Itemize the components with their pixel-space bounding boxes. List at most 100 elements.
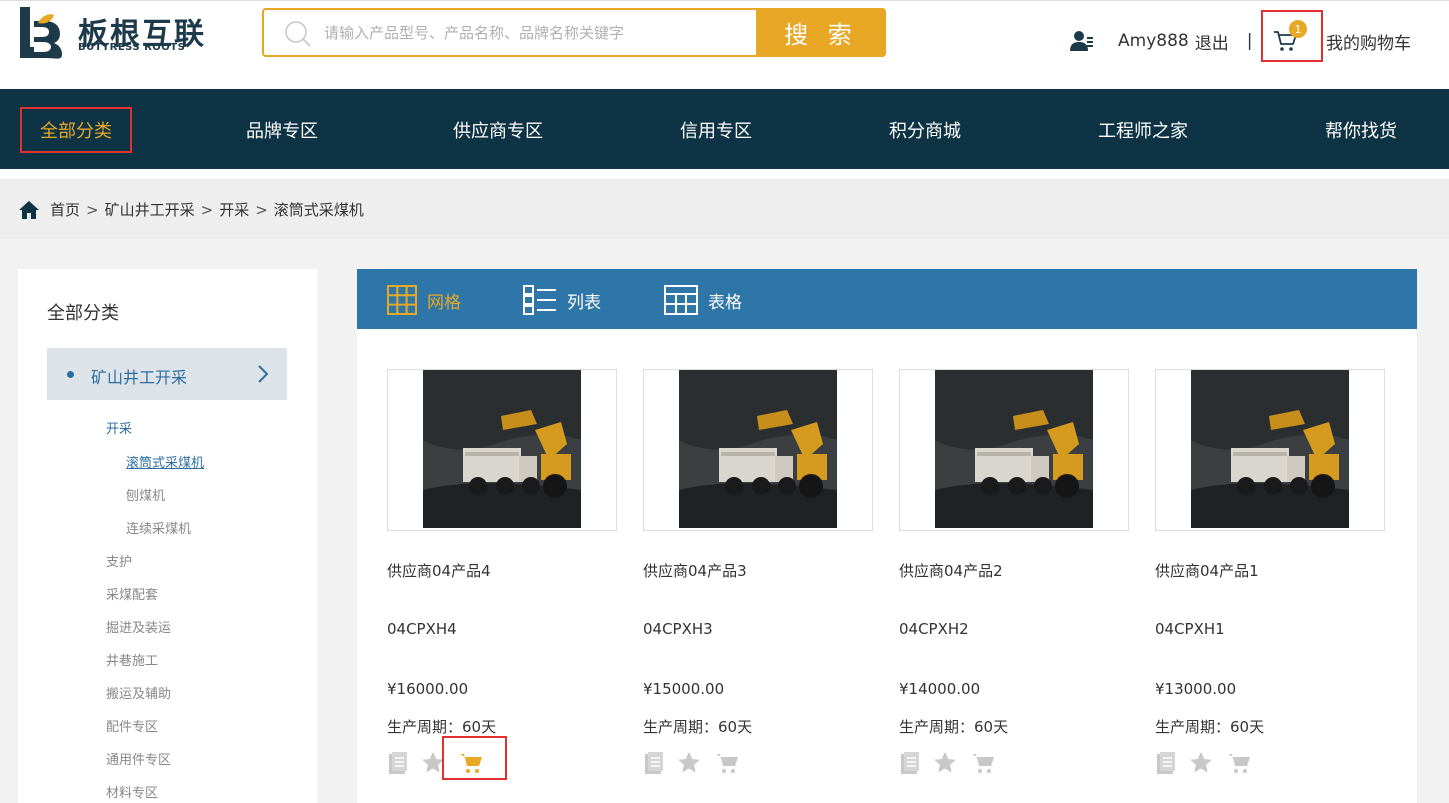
product-card: 供应商04产品4 04CPXH4 ¥16000.00 生产周期：60天	[387, 369, 617, 789]
product-model: 04CPXH1	[1155, 620, 1225, 638]
sidebar-item-shaft-construction[interactable]: 井巷施工	[106, 650, 158, 669]
search-box: 搜 索	[262, 8, 886, 57]
product-model: 04CPXH2	[899, 620, 969, 638]
document-icon[interactable]	[643, 751, 667, 775]
main-nav: 全部分类 品牌专区 供应商专区 信用专区 积分商城 工程师之家 帮你找货	[0, 89, 1449, 169]
star-icon[interactable]	[677, 751, 701, 775]
product-name[interactable]: 供应商04产品2	[899, 560, 1003, 581]
nav-item-find-goods[interactable]: 帮你找货	[1325, 117, 1397, 143]
document-icon[interactable]	[899, 751, 923, 775]
user-icon[interactable]	[1070, 29, 1094, 53]
sidebar-category-mining[interactable]: 矿山井工开采	[47, 348, 287, 400]
sidebar-item-drum-shearer[interactable]: 滚筒式采煤机	[126, 452, 204, 471]
product-name[interactable]: 供应商04产品1	[1155, 560, 1259, 581]
header: 板根互联 BUTTRESS ROOTS 搜 索 Amy888 退出 | 1 我的…	[0, 0, 1449, 89]
nav-item-points-mall[interactable]: 积分商城	[889, 117, 961, 143]
logo[interactable]: 板根互联 BUTTRESS ROOTS	[16, 5, 216, 61]
breadcrumb-home[interactable]: 首页	[50, 199, 80, 220]
chevron-right-icon	[258, 365, 269, 383]
product-name[interactable]: 供应商04产品3	[643, 560, 747, 581]
user-area: Amy888 退出 |	[1070, 27, 1266, 55]
product-name[interactable]: 供应商04产品4	[387, 560, 491, 581]
product-image-frame[interactable]	[899, 369, 1129, 531]
tab-list-label: 列表	[567, 292, 601, 313]
document-icon[interactable]	[387, 751, 411, 775]
product-card: 供应商04产品2 04CPXH2 ¥14000.00 生产周期：60天	[899, 369, 1129, 789]
product-cycle: 生产周期：60天	[1155, 718, 1265, 736]
cart-button[interactable]: 1	[1261, 10, 1323, 62]
sidebar-item-continuous-miner[interactable]: 连续采煤机	[126, 518, 191, 537]
product-panel: 网格 列表 表格 供应商04产品4 04CPXH4 ¥16000.00 生产周期…	[357, 269, 1417, 803]
product-photo-truck	[1191, 370, 1349, 528]
table-icon	[664, 285, 698, 315]
product-image-frame[interactable]	[1155, 369, 1385, 531]
cart-icon[interactable]	[715, 751, 739, 775]
product-price: ¥15000.00	[643, 680, 725, 698]
category-sidebar: 全部分类 矿山井工开采 开采 滚筒式采煤机 刨煤机 连续采煤机 支护 采煤配套 …	[18, 269, 317, 803]
grid-icon	[387, 285, 417, 315]
product-cycle: 生产周期：60天	[387, 718, 497, 736]
product-model: 04CPXH4	[387, 620, 457, 638]
nav-item-credit[interactable]: 信用专区	[680, 117, 752, 143]
logout-link[interactable]: 退出	[1195, 29, 1229, 54]
product-card: 供应商04产品1 04CPXH1 ¥13000.00 生产周期：60天	[1155, 369, 1385, 789]
nav-item-engineer-home[interactable]: 工程师之家	[1098, 117, 1188, 143]
breadcrumb-separator: >	[200, 200, 214, 219]
header-separator: |	[1246, 31, 1253, 51]
view-toggle-bar: 网格 列表 表格	[357, 269, 1417, 329]
logo-mark-icon	[20, 7, 62, 59]
sidebar-category-label: 矿山井工开采	[91, 368, 188, 387]
sidebar-item-tunneling[interactable]: 掘进及装运	[106, 617, 171, 636]
cart-label[interactable]: 我的购物车	[1326, 29, 1411, 54]
add-to-cart-highlight	[442, 736, 507, 780]
cart-icon[interactable]	[971, 751, 995, 775]
search-input[interactable]	[324, 18, 744, 48]
nav-all-categories[interactable]: 全部分类	[20, 107, 132, 153]
sidebar-sub-excavation[interactable]: 开采	[106, 418, 132, 437]
tab-table[interactable]: 表格	[664, 285, 742, 315]
search-button[interactable]: 搜 索	[756, 8, 886, 57]
sidebar-item-support[interactable]: 支护	[106, 551, 132, 570]
cart-count-badge: 1	[1289, 20, 1307, 38]
tab-table-label: 表格	[708, 292, 742, 313]
product-photo-truck	[679, 370, 837, 528]
home-icon[interactable]	[18, 200, 40, 220]
logo-en-text: BUTTRESS ROOTS	[78, 42, 186, 53]
tab-grid-label: 网格	[427, 292, 461, 313]
sidebar-item-materials[interactable]: 材料专区	[106, 782, 158, 801]
product-image-frame[interactable]	[643, 369, 873, 531]
breadcrumb: 首页 > 矿山井工开采 > 开采 > 滚筒式采煤机	[18, 199, 364, 220]
sidebar-item-general-parts[interactable]: 通用件专区	[106, 749, 171, 768]
product-actions	[1155, 751, 1285, 779]
sidebar-item-parts[interactable]: 配件专区	[106, 716, 158, 735]
sidebar-item-mining-accessories[interactable]: 采煤配套	[106, 584, 158, 603]
product-image-frame[interactable]	[387, 369, 617, 531]
list-icon	[523, 285, 556, 315]
product-price: ¥13000.00	[1155, 680, 1237, 698]
breadcrumb-separator: >	[86, 200, 99, 219]
nav-item-supplier[interactable]: 供应商专区	[453, 117, 543, 143]
username[interactable]: Amy888	[1118, 31, 1189, 51]
sidebar-item-transport[interactable]: 搬运及辅助	[106, 683, 171, 702]
sidebar-item-plow[interactable]: 刨煤机	[126, 485, 165, 504]
cart-icon[interactable]	[1227, 751, 1251, 775]
nav-item-brand[interactable]: 品牌专区	[246, 117, 318, 143]
product-price: ¥16000.00	[387, 680, 469, 698]
star-icon[interactable]	[1189, 751, 1213, 775]
bullet-dot	[67, 371, 74, 378]
breadcrumb-separator: >	[255, 200, 268, 219]
product-actions	[643, 751, 773, 779]
product-cycle: 生产周期：60天	[899, 718, 1009, 736]
product-cycle: 生产周期：60天	[643, 718, 753, 736]
tab-grid[interactable]: 网格	[387, 285, 461, 315]
breadcrumb-current: 滚筒式采煤机	[273, 201, 364, 219]
breadcrumb-mining[interactable]: 矿山井工开采	[105, 199, 195, 220]
breadcrumb-excavation[interactable]: 开采	[219, 199, 249, 220]
breadcrumb-bar: 首页 > 矿山井工开采 > 开采 > 滚筒式采煤机	[0, 179, 1449, 239]
tab-list[interactable]: 列表	[523, 285, 601, 315]
product-photo-truck	[423, 370, 581, 528]
document-icon[interactable]	[1155, 751, 1179, 775]
product-model: 04CPXH3	[643, 620, 713, 638]
search-icon	[285, 21, 311, 47]
star-icon[interactable]	[933, 751, 957, 775]
